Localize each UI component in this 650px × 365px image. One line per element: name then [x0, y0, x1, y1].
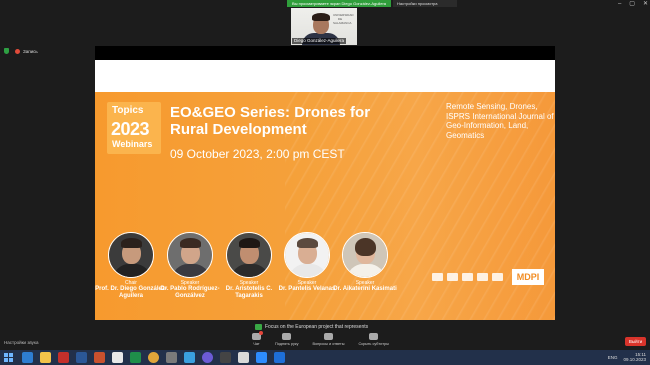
partner-logo: [432, 273, 443, 281]
live-caption: Focus on the European project that repre…: [255, 324, 368, 330]
language-indicator[interactable]: ENG: [608, 355, 618, 360]
raise-hand-button[interactable]: Поднять руку: [275, 333, 298, 346]
share-top-bar: Вы просматриваете экран Diego González-A…: [0, 0, 650, 8]
speaker-hair: [297, 238, 318, 248]
captions-toggle-icon: [369, 333, 379, 340]
shield-icon: [4, 48, 9, 54]
record-icon: [15, 48, 20, 54]
topics-year: 2023: [111, 119, 150, 139]
view-options-button[interactable]: Настройки просмотра: [393, 0, 457, 7]
screen-share-banner[interactable]: Вы просматриваете экран Diego González-A…: [287, 0, 391, 7]
meeting-toolbar: Чат Поднять руку Вопросы и ответы Скрыть…: [252, 331, 389, 346]
captions-icon: [255, 324, 262, 330]
topics-subtitle: Webinars: [112, 139, 153, 149]
edge-icon[interactable]: [22, 352, 33, 363]
qa-button[interactable]: Вопросы и ответы: [312, 333, 344, 346]
word-icon[interactable]: [76, 352, 87, 363]
maximize-icon[interactable]: ▢: [629, 0, 635, 8]
partner-logos: [432, 273, 503, 281]
webinar-date: 09 October 2023, 2:00 pm CEST: [170, 147, 345, 161]
qa-icon: [323, 333, 333, 340]
speaker-hair: [355, 238, 376, 256]
zoom-icon[interactable]: [256, 352, 267, 363]
partner-logo: [477, 273, 488, 281]
speaker-photo: [108, 232, 154, 278]
clock[interactable]: 15:11 09.10.2023: [623, 352, 646, 362]
notepad-icon[interactable]: [112, 352, 123, 363]
background-logo: UNIVERSIDAD DE SALAMANCA: [333, 13, 354, 25]
speaker-hair: [180, 238, 201, 248]
speaker-photo: [284, 232, 330, 278]
recording-indicator[interactable]: Запись: [4, 48, 38, 54]
partner-logo: [462, 273, 473, 281]
speaker-hair: [239, 238, 260, 248]
windows-taskbar: ENG 15:11 09.10.2023: [0, 350, 650, 365]
excel-icon[interactable]: [130, 352, 141, 363]
partner-logo: [447, 273, 458, 281]
powerpoint-icon[interactable]: [94, 352, 105, 363]
participant-name-label: Diego González-Aguilera: [292, 38, 347, 44]
participant-hair: [312, 13, 330, 21]
zoom-meeting-window: Вы просматриваете экран Diego González-A…: [0, 0, 650, 365]
topics-label: Topics: [112, 105, 144, 116]
mdpi-logo: MDPI: [512, 269, 544, 285]
minimize-icon[interactable]: –: [618, 0, 621, 8]
chat-button[interactable]: Чат: [252, 331, 263, 346]
pdf-reader-icon[interactable]: [58, 352, 69, 363]
webinar-keywords: Remote Sensing, Drones, ISPRS Internatio…: [446, 102, 554, 140]
audio-settings-button[interactable]: Настройки звука: [4, 340, 39, 345]
recording-label: Запись: [23, 48, 38, 54]
clock-date: 09.10.2023: [623, 357, 646, 362]
caption-text: Focus on the European project that repre…: [265, 324, 369, 330]
webinar-title: EO&GEO Series: Drones for Rural Developm…: [170, 104, 371, 138]
window-controls: – ▢ ✕: [618, 0, 648, 8]
hand-icon: [282, 333, 292, 340]
speaker-name: Dr. Aikaterini Kasimati: [333, 286, 397, 292]
hide-captions-label: Скрыть субтитры: [358, 342, 389, 346]
windows-start-icon[interactable]: [4, 353, 13, 362]
system-tray: ENG 15:11 09.10.2023: [608, 352, 646, 362]
chat-icon: [252, 331, 263, 340]
file-explorer-icon[interactable]: [40, 352, 51, 363]
viber-icon[interactable]: [202, 352, 213, 363]
speaker-hair: [121, 238, 142, 248]
leave-button[interactable]: Выйти: [625, 337, 646, 346]
speaker-photo: [226, 232, 272, 278]
slide-top-band: [95, 46, 555, 60]
app-icon[interactable]: [220, 352, 231, 363]
telegram-icon[interactable]: [184, 352, 195, 363]
webinar-banner: Topics 2023 Webinars EO&GEO Series: Dron…: [95, 92, 555, 320]
chrome-icon[interactable]: [148, 352, 159, 363]
app-icon[interactable]: [238, 352, 249, 363]
slide-white-band: [95, 60, 555, 92]
raise-hand-label: Поднять руку: [275, 342, 299, 346]
topics-badge: Topics 2023 Webinars: [107, 102, 161, 154]
speaker-photo: [167, 232, 213, 278]
app-icon[interactable]: [274, 352, 285, 363]
hide-captions-button[interactable]: Скрыть субтитры: [358, 333, 389, 346]
chat-label: Чат: [253, 342, 260, 346]
close-icon[interactable]: ✕: [643, 0, 648, 8]
shared-slide: Topics 2023 Webinars EO&GEO Series: Dron…: [95, 46, 555, 320]
app-icon[interactable]: [166, 352, 177, 363]
pinned-apps: [22, 352, 285, 363]
partner-logo: [492, 273, 503, 281]
qa-label: Вопросы и ответы: [312, 342, 345, 346]
speaker-photo: [342, 232, 388, 278]
participant-video-thumbnail[interactable]: UNIVERSIDAD DE SALAMANCA Diego González-…: [291, 8, 357, 45]
speaker-card: Speaker Dr. Aikaterini Kasimati: [329, 232, 401, 293]
